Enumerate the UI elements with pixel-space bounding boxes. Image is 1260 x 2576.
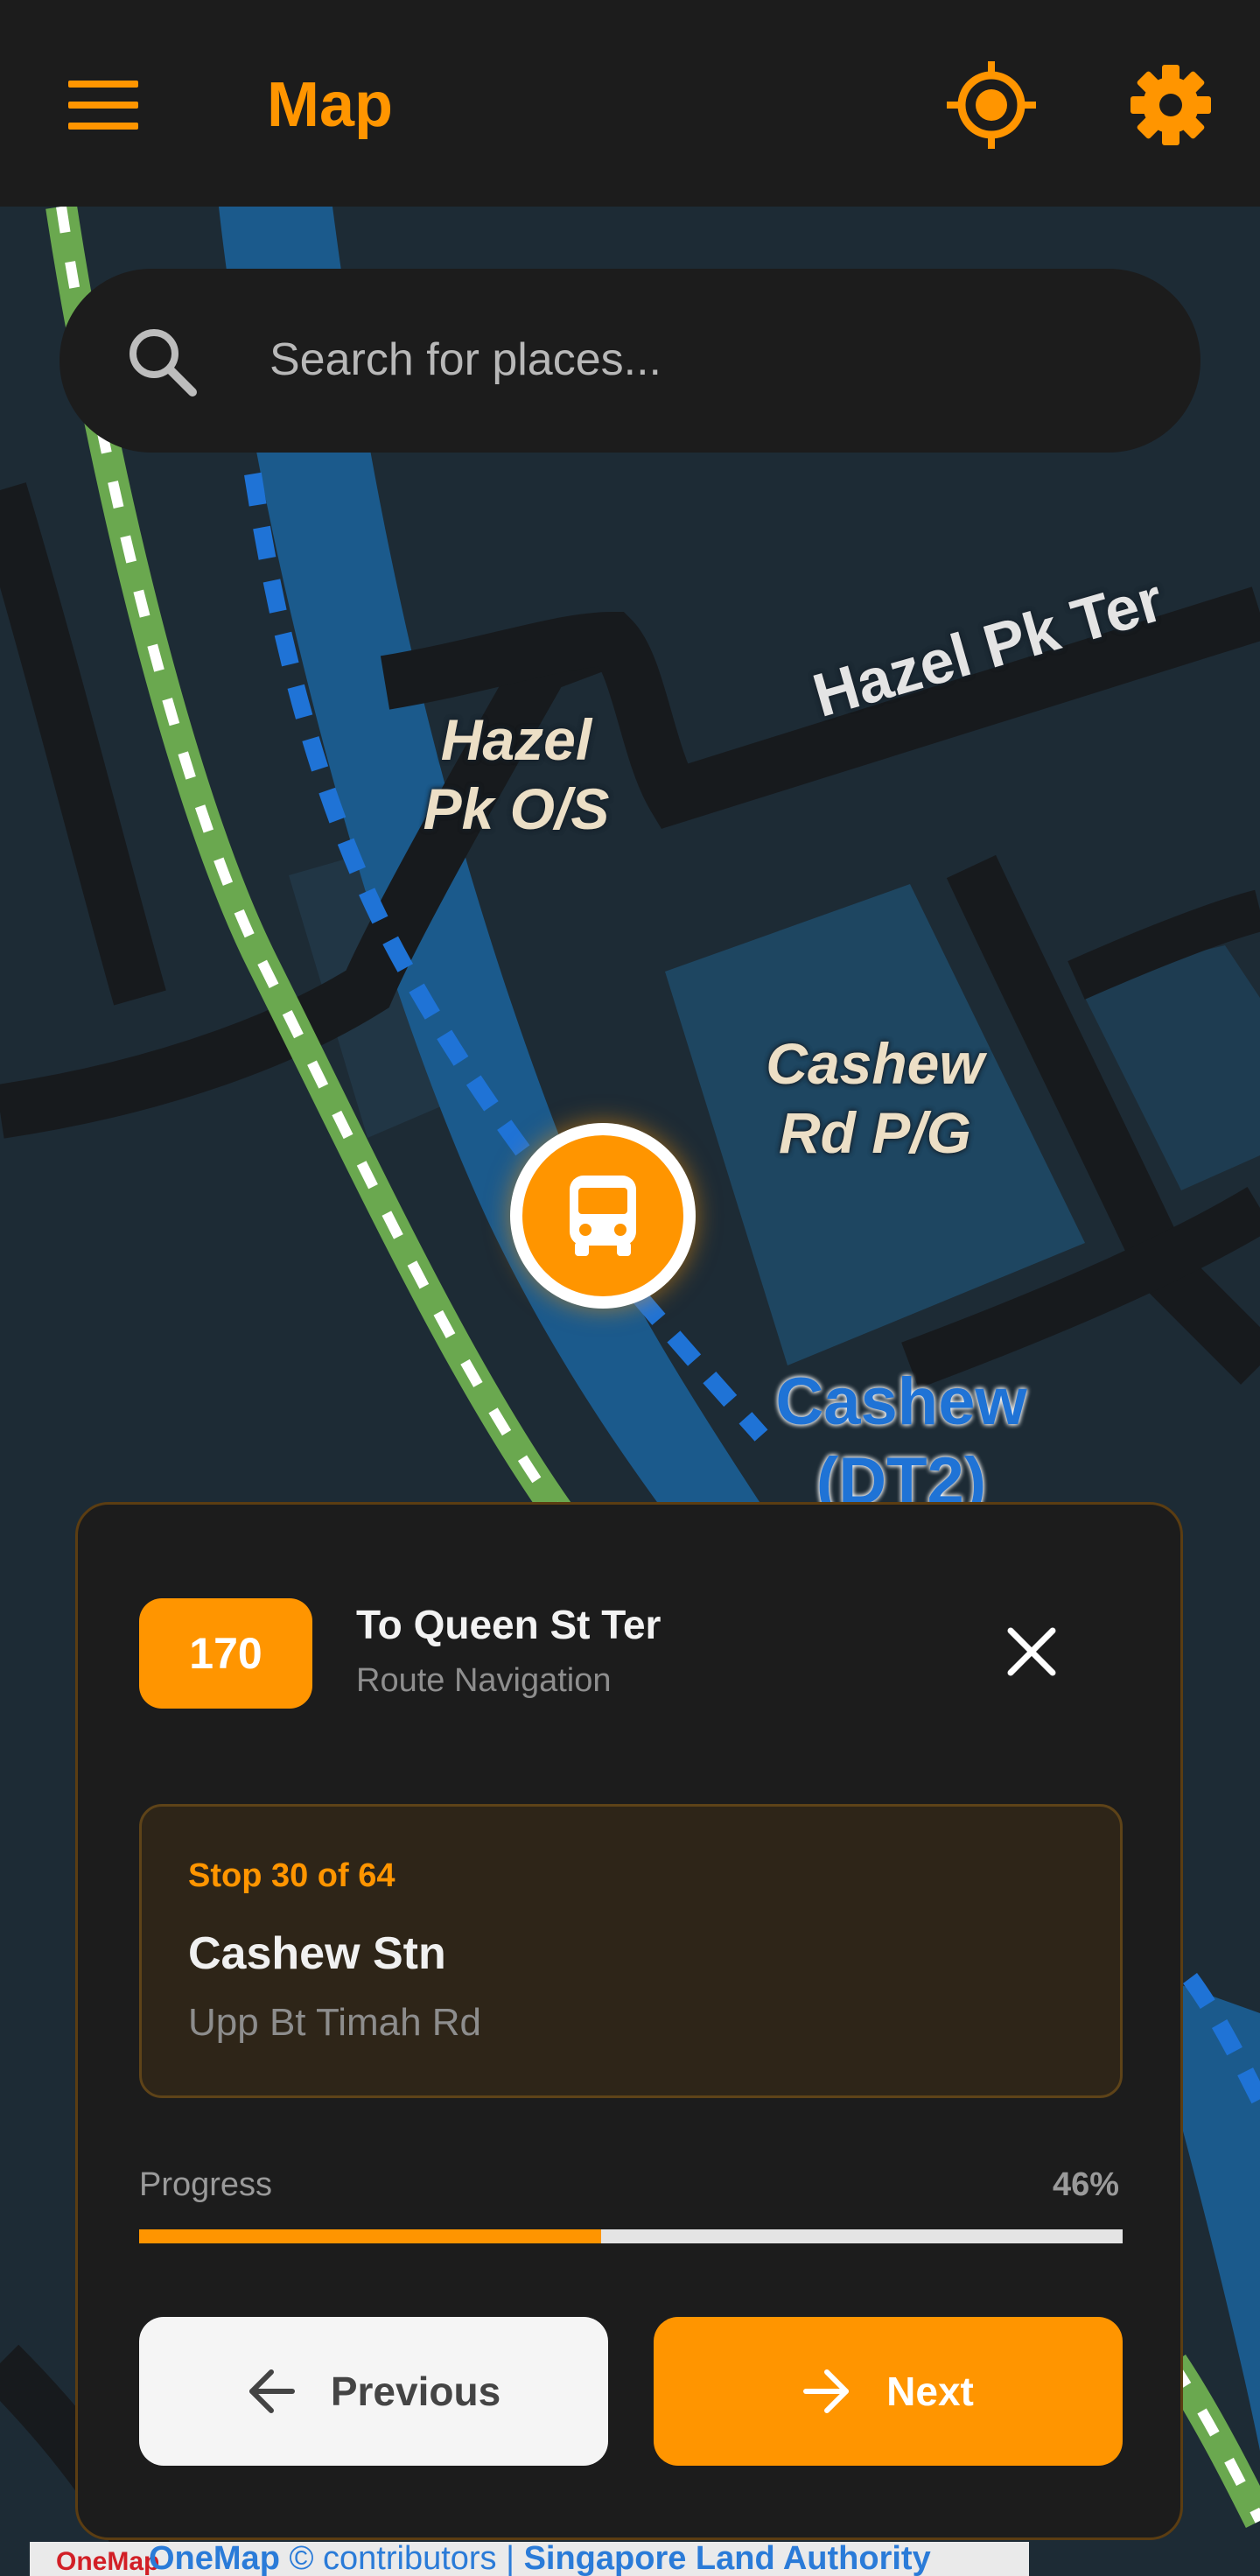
next-label: Next [886,2369,974,2414]
sla-link[interactable]: Singapore Land Authority [524,2542,931,2576]
menu-button[interactable] [63,68,144,142]
route-number-badge: 170 [139,1598,312,1709]
panel-subtitle: Route Navigation [356,1662,612,1699]
search-input[interactable] [268,315,1146,404]
progress-bar-fill [139,2229,602,2243]
bus-location-marker[interactable] [510,1123,696,1309]
next-stop-button[interactable]: Next [654,2317,1123,2466]
gear-icon [1130,65,1211,145]
search-icon [130,329,197,397]
page-title: Map [267,70,393,140]
onemap-link[interactable]: OneMap [149,2542,280,2576]
bus-icon [570,1176,636,1256]
stop-road: Upp Bt Timah Rd [188,2001,482,2044]
onemap-logo: OneMap [56,2547,160,2576]
attribution-text: OneMap © contributors | Singapore Land A… [149,2542,931,2576]
arrow-left-icon [248,2369,295,2413]
route-destination: To Queen St Ter [356,1602,662,1647]
menu-icon [68,81,138,130]
stop-counter: Stop 30 of 64 [188,1857,396,1894]
arrow-right-icon [803,2369,850,2413]
my-location-icon [947,61,1036,149]
close-button[interactable] [988,1608,1075,1695]
previous-label: Previous [330,2369,501,2414]
map-label-cashew-dt2: Cashew (DT2) [775,1365,1027,1520]
map-label-hazel-pk-os: Hazel Pk O/S [423,707,610,842]
attribution-middle: © contributors | [289,2542,514,2576]
top-app-bar: Map [0,0,1260,207]
map-label-cashew-rd-pg: Cashew Rd P/G [766,1031,984,1166]
current-stop-card: Stop 30 of 64 Cashew Stn Upp Bt Timah Rd [139,1804,1123,2098]
stop-name: Cashew Stn [188,1928,446,1979]
progress-percent: 46% [1052,2166,1119,2203]
progress-label: Progress [139,2166,273,2203]
settings-button[interactable] [1125,60,1216,151]
close-icon [1007,1627,1056,1676]
map-attribution: OneMap OneMap © contributors | Singapore… [30,2542,1029,2576]
progress-bar [139,2229,1123,2243]
route-navigation-panel: 170 To Queen St Ter Route Navigation Sto… [75,1502,1183,2540]
previous-stop-button[interactable]: Previous [139,2317,608,2466]
bus-marker-fill [522,1135,683,1296]
my-location-button[interactable] [943,60,1040,151]
